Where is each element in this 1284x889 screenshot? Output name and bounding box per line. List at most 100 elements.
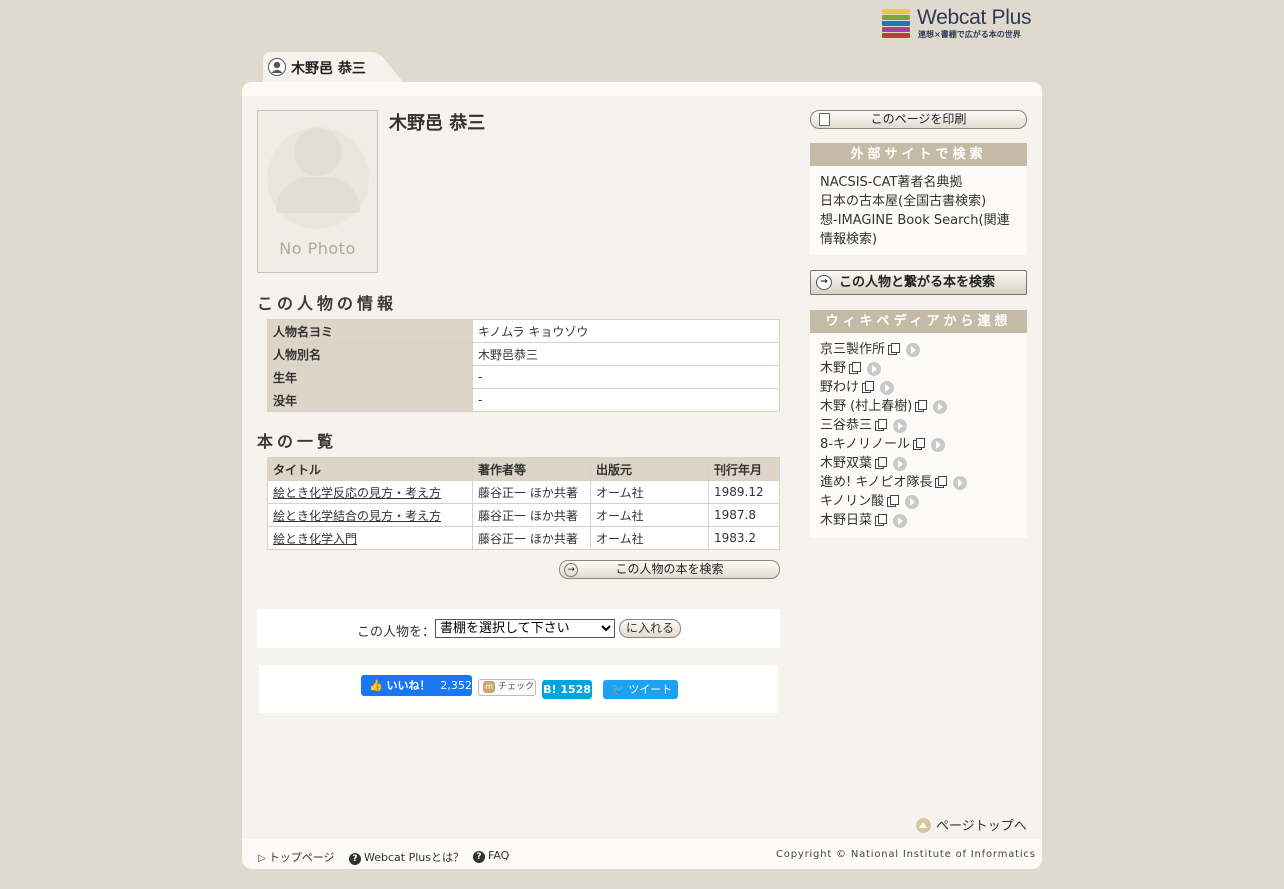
wikipedia-item-link[interactable]: 木野日菜 [820,511,872,530]
wikipedia-item-link[interactable]: 野わけ [820,378,859,397]
tweet-button[interactable]: 🐦 ツイート [603,680,678,699]
book-author: 藤谷正一 ほか共著 [472,480,591,504]
arrow-circle-icon[interactable] [931,437,946,452]
arrow-circle-icon[interactable] [905,494,920,509]
arrow-circle-icon[interactable] [893,456,908,471]
page-top-link[interactable]: ページトップへ [916,815,1027,834]
column-header-publisher: 出版元 [590,457,709,481]
book-author: 藤谷正一 ほか共著 [472,526,591,550]
footer-link-label: FAQ [488,849,510,862]
wikipedia-item-link[interactable]: 進め! キノピオ隊長 [820,473,932,492]
tweet-label: ツイート [628,683,673,696]
wikipedia-item-link[interactable]: 木野双葉 [820,454,872,473]
column-header-title: タイトル [267,457,473,481]
webcat-plus-logo[interactable]: Webcat Plus 連想×書棚で広がる本の世界 [882,6,1040,42]
info-label: 人物別名 [267,342,473,366]
search-connected-books-button[interactable]: → この人物と繋がる本を検索 [810,270,1027,295]
footer-link-about[interactable]: ? Webcat Plusとは？ [349,849,464,865]
info-value: キノムラ キョウゾウ [472,319,780,343]
table-row: 没年 - [267,388,780,412]
put-in-shelf-button[interactable]: に入れる [619,619,681,638]
question-icon: ? [349,853,361,865]
wikipedia-item-link[interactable]: 8-キノリノール [820,435,910,454]
facebook-like-button[interactable]: 👍 いいね！ 2,352 [361,675,472,696]
social-share-bar: 👍 いいね！ 2,352 m チェック B! 1528 🐦 ツイート [259,665,778,713]
external-window-icon[interactable] [887,494,900,507]
table-row: 人物別名 木野邑恭三 [267,342,780,366]
add-to-shelf-form: この人物を： 書棚を選択して下さい に入れる [257,609,780,648]
external-window-icon[interactable] [913,437,926,450]
table-row: 生年 - [267,365,780,389]
arrow-circle-icon[interactable] [893,513,908,528]
external-window-icon[interactable] [915,399,928,412]
table-header-row: タイトル 著作者等 出版元 刊行年月 [267,457,780,481]
wikipedia-item-link[interactable]: 三谷恭三 [820,416,872,435]
photo-head-shape [294,128,342,176]
info-section-heading: この人物の情報 [257,294,398,313]
external-window-icon[interactable] [875,456,888,469]
mixi-label: チェック [498,682,535,692]
external-window-icon[interactable] [935,475,948,488]
like-label: いいね！ [386,679,431,692]
wikipedia-item: 京三製作所 [820,340,1017,359]
book-title-link[interactable]: 絵とき化学結合の見方・考え方 [273,509,441,523]
wikipedia-item-link[interactable]: 木野 (村上春樹) [820,397,912,416]
arrow-circle-icon[interactable] [953,475,968,490]
external-link-kosho[interactable]: 日本の古本屋(全国古書検索) [820,192,1017,211]
external-window-icon[interactable] [849,361,862,374]
print-page-button[interactable]: このページを印刷 [810,110,1027,129]
arrow-circle-icon[interactable] [867,361,882,376]
info-value: 木野邑恭三 [472,342,780,366]
books-section-heading: 本の一覧 [257,432,338,451]
mixi-check-button[interactable]: m チェック [478,679,536,696]
logo-tagline: 連想×書棚で広がる本の世界 [918,30,1021,39]
search-person-books-button[interactable]: → この人物の本を検索 [559,560,780,579]
book-date: 1983.2 [708,526,780,550]
table-row: 絵とき化学入門 藤谷正一 ほか共著 オーム社 1983.2 [267,526,780,550]
external-window-icon[interactable] [888,342,901,355]
external-window-icon[interactable] [875,418,888,431]
info-value: - [472,388,780,412]
external-window-icon[interactable] [862,380,875,393]
thumbs-up-icon: 👍 [369,679,383,692]
arrow-circle-icon[interactable] [893,418,908,433]
wikipedia-item-link[interactable]: 木野 [820,359,846,378]
info-value: - [472,365,780,389]
book-publisher: オーム社 [590,480,709,504]
connect-label: この人物と繋がる本を検索 [839,275,996,290]
table-row: 絵とき化学反応の見方・考え方 藤谷正一 ほか共著 オーム社 1989.12 [267,480,780,504]
external-link-imagine[interactable]: 想-IMAGINE Book Search(関連情報検索) [820,211,1017,249]
external-search-box: 外部サイトで検索 NACSIS-CAT著者名典拠 日本の古本屋(全国古書検索) … [810,143,1027,255]
arrow-up-icon [916,818,931,833]
arrow-circle-icon[interactable] [933,399,948,414]
arrow-right-icon: → [564,563,578,577]
footer-link-faq[interactable]: ? FAQ [473,849,509,863]
arrow-circle-icon[interactable] [880,380,895,395]
arrow-circle-icon[interactable] [906,342,921,357]
external-window-icon[interactable] [875,513,888,526]
twitter-bird-icon: 🐦 [611,683,625,696]
book-title-cell: 絵とき化学結合の見方・考え方 [267,503,473,527]
book-title-link[interactable]: 絵とき化学反応の見方・考え方 [273,486,441,500]
hatena-count: 1528 [560,683,591,696]
book-publisher: オーム社 [590,526,709,550]
question-icon: ? [473,851,485,863]
main-panel: No Photo 木野邑 恭三 この人物の情報 人物名ヨミ キノムラ キョウゾウ… [242,82,1042,869]
wikipedia-association-box: ウィキペディアから連想 京三製作所 木野 野わけ 木野 (村上春樹) 三谷恭三 8-キノリ… [810,310,1027,538]
footer-link-top[interactable]: ▷ トップページ [258,849,334,865]
print-label: このページを印刷 [870,112,967,126]
external-link-nacsis[interactable]: NACSIS-CAT著者名典拠 [820,173,1017,192]
wikipedia-item-link[interactable]: 京三製作所 [820,340,885,359]
shelf-select[interactable]: 書棚を選択して下さい [435,619,615,638]
wikipedia-item: キノリン酸 [820,492,1017,511]
person-tab: 木野邑 恭三 [263,52,409,82]
person-icon [268,58,286,76]
wikipedia-item-link[interactable]: キノリン酸 [820,492,884,511]
wikipedia-item: 木野双葉 [820,454,1017,473]
external-search-heading: 外部サイトで検索 [810,143,1027,166]
wikipedia-list: 京三製作所 木野 野わけ 木野 (村上春樹) 三谷恭三 8-キノリノール 木野双葉 進め! キ… [810,333,1027,530]
document-icon [819,113,830,126]
book-title-cell: 絵とき化学反応の見方・考え方 [267,480,473,504]
hatena-bookmark-button[interactable]: B! 1528 [542,680,592,699]
book-title-link[interactable]: 絵とき化学入門 [273,532,357,546]
